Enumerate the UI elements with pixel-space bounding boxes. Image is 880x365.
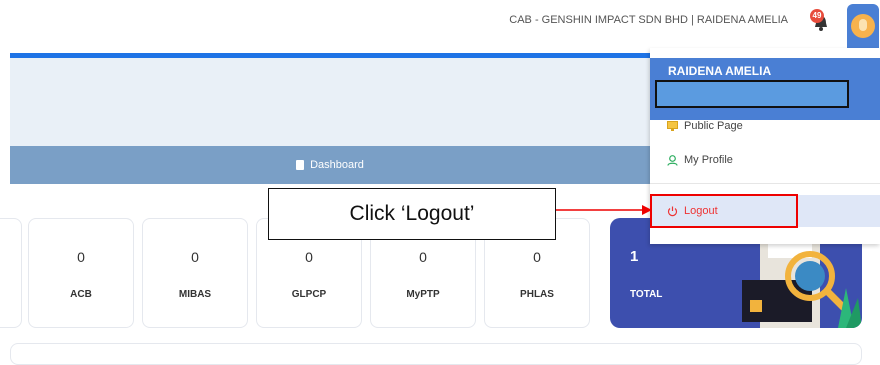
stat-value: 0 bbox=[419, 249, 427, 265]
nav-dashboard[interactable]: Dashboard bbox=[10, 146, 650, 184]
user-menu-button[interactable] bbox=[847, 4, 879, 48]
avatar-face bbox=[859, 19, 867, 31]
total-label: TOTAL bbox=[630, 289, 663, 300]
total-value: 1 bbox=[630, 248, 639, 265]
stat-card-partial bbox=[0, 218, 22, 328]
organization-user-label: CAB - GENSHIN IMPACT SDN BHD | RAIDENA A… bbox=[509, 14, 788, 26]
bottom-panel bbox=[10, 343, 862, 365]
menu-divider bbox=[650, 183, 880, 184]
menu-item-public-page[interactable]: Public Page bbox=[650, 111, 880, 141]
logout-highlight-box bbox=[650, 194, 798, 228]
stat-value: 0 bbox=[533, 249, 541, 265]
user-icon bbox=[667, 154, 678, 166]
monitor-icon bbox=[667, 121, 678, 131]
stat-label: MIBAS bbox=[178, 289, 212, 300]
menu-item-my-profile[interactable]: My Profile bbox=[650, 145, 880, 175]
stat-card-acb[interactable]: 0 ACB bbox=[28, 218, 134, 328]
document-icon bbox=[296, 160, 305, 170]
dropdown-user-name: RAIDENA AMELIA bbox=[668, 64, 772, 78]
instruction-callout: Click ‘Logout’ bbox=[268, 188, 556, 240]
stat-value: 0 bbox=[77, 249, 85, 265]
top-header: CAB - GENSHIN IMPACT SDN BHD | RAIDENA A… bbox=[0, 0, 880, 48]
stat-value: 0 bbox=[305, 249, 313, 265]
stat-label: MyPTP bbox=[406, 289, 440, 300]
avatar bbox=[851, 14, 875, 38]
redacted-field bbox=[655, 80, 849, 108]
stat-card-mibas[interactable]: 0 MIBAS bbox=[142, 218, 248, 328]
stat-label: ACB bbox=[70, 289, 92, 300]
stat-value: 0 bbox=[191, 249, 199, 265]
menu-item-label: Public Page bbox=[684, 120, 743, 132]
notification-badge: 49 bbox=[810, 9, 824, 23]
stat-label: GLPCP bbox=[291, 289, 327, 300]
banner bbox=[10, 58, 650, 146]
menu-item-label: My Profile bbox=[684, 154, 733, 166]
nav-dashboard-label: Dashboard bbox=[310, 159, 364, 171]
stat-label: PHLAS bbox=[520, 289, 554, 300]
navbar: Dashboard bbox=[10, 146, 650, 184]
arrow-icon bbox=[556, 205, 652, 215]
